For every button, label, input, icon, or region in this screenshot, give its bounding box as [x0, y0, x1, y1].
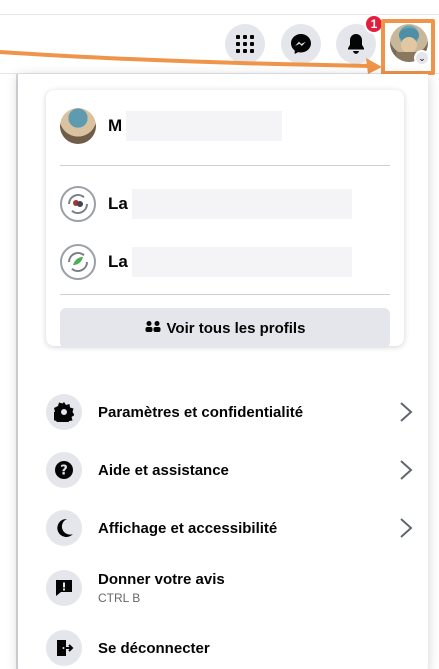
- profile-row-main[interactable]: M: [60, 104, 283, 148]
- see-all-label: Voir tous les profils: [166, 319, 306, 337]
- chevron-right-icon: [400, 518, 413, 538]
- profiles-swap-icon: [145, 320, 161, 337]
- page-avatar: [60, 244, 96, 280]
- page-avatar: [60, 186, 96, 222]
- profile-name: La: [108, 194, 128, 213]
- user-avatar: [60, 108, 96, 144]
- profile-switcher-card: M La La Voir tous les profils: [46, 90, 404, 348]
- profile-row-page-2[interactable]: La: [60, 240, 352, 284]
- logout-icon: [46, 630, 82, 666]
- svg-text:?: ?: [60, 464, 68, 479]
- feedback-icon: [46, 570, 82, 606]
- divider: [60, 294, 390, 295]
- menu-item-settings[interactable]: Paramètres et confidentialité: [46, 384, 416, 440]
- menu-label: Aide et assistance: [98, 461, 229, 479]
- question-icon: ?: [46, 452, 82, 488]
- menu-label: Donner votre avis: [98, 571, 225, 588]
- menu-item-logout[interactable]: Se déconnecter: [46, 620, 416, 669]
- shortcut-hint: CTRL B: [98, 591, 141, 605]
- chevron-right-icon: [400, 460, 413, 480]
- profile-name: La: [108, 252, 128, 271]
- account-dropdown: M La La Voir tous les profils Paramètres…: [18, 74, 428, 669]
- profile-name: M: [108, 116, 123, 135]
- redacted-name: [126, 111, 283, 141]
- redacted-name: [131, 189, 352, 219]
- chevron-right-icon: [400, 402, 413, 422]
- divider: [60, 165, 390, 166]
- menu-label: Paramètres et confidentialité: [98, 403, 304, 421]
- profile-row-page-1[interactable]: La: [60, 182, 352, 226]
- menu-item-feedback[interactable]: Donner votre avis CTRL B: [46, 560, 416, 616]
- menu-item-help[interactable]: ? Aide et assistance: [46, 442, 416, 498]
- moon-icon: [46, 510, 82, 546]
- redacted-name: [131, 247, 352, 277]
- menu-item-display[interactable]: Affichage et accessibilité: [46, 500, 416, 556]
- see-all-profiles-button[interactable]: Voir tous les profils: [60, 308, 390, 348]
- gear-icon: [46, 394, 82, 430]
- menu-label: Affichage et accessibilité: [98, 519, 278, 537]
- menu-label: Se déconnecter: [98, 639, 210, 657]
